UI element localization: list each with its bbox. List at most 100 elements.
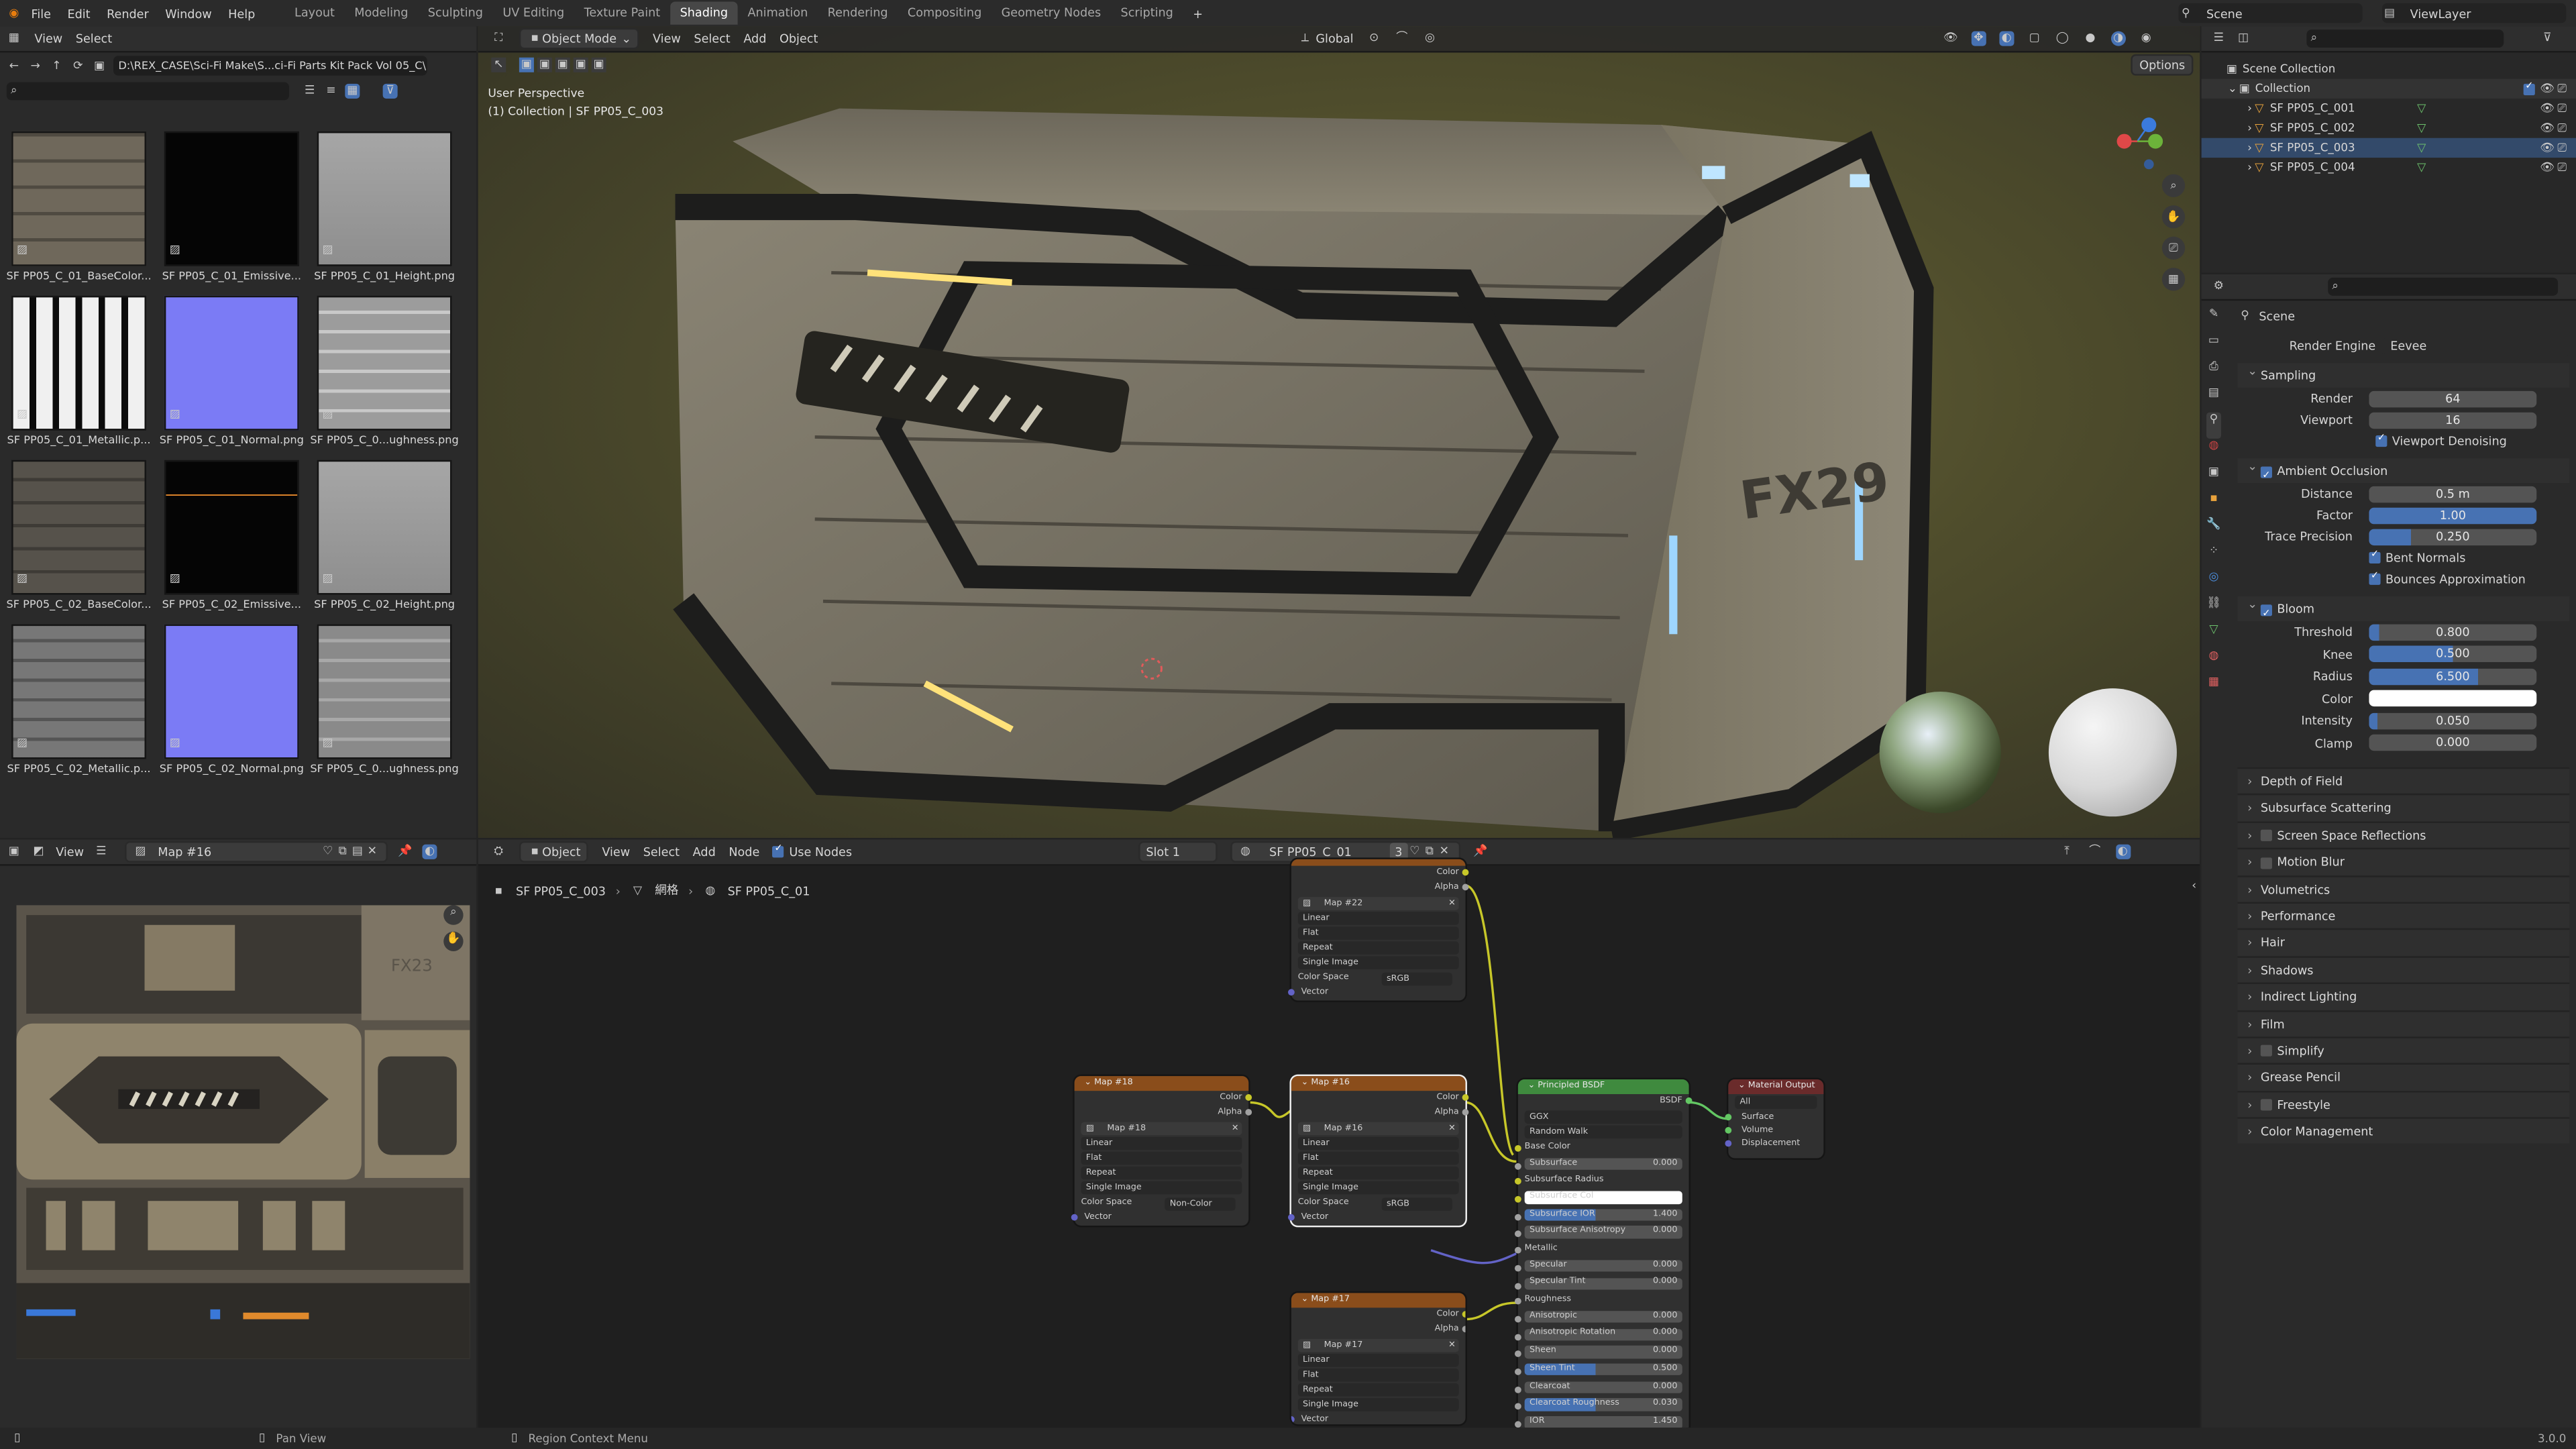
- image-unlink-icon[interactable]: ✕: [1448, 897, 1456, 910]
- volume-socket[interactable]: [1725, 1127, 1732, 1134]
- workspace-tab-scripting[interactable]: Scripting: [1111, 1, 1183, 24]
- blender-logo-icon[interactable]: ◉: [7, 6, 21, 21]
- ao-trace-slider[interactable]: 0.250: [2369, 528, 2537, 545]
- panel-enable-checkbox[interactable]: [2260, 1045, 2272, 1057]
- eye-icon[interactable]: 👁: [2540, 160, 2555, 175]
- eye-icon[interactable]: 👁: [2540, 81, 2555, 96]
- camera-visibility-icon[interactable]: ⎚: [2555, 101, 2569, 116]
- panel-grease-pencil[interactable]: Grease Pencil: [2237, 1063, 2570, 1091]
- image-unlink-icon[interactable]: ✕: [1232, 1122, 1239, 1136]
- camera-icon[interactable]: ⎚: [2161, 236, 2186, 260]
- panel-freestyle[interactable]: Freestyle: [2237, 1090, 2570, 1118]
- refresh-icon[interactable]: ⟳: [70, 58, 85, 73]
- bsdf-input-row[interactable]: Subsurface Col: [1514, 1191, 1689, 1208]
- modifier-tab-icon[interactable]: 🔧: [2206, 517, 2221, 543]
- workspace-tab-layout[interactable]: Layout: [284, 1, 344, 24]
- render-engine-dropdown[interactable]: Eevee: [2382, 334, 2570, 356]
- panel-screen-space-reflections[interactable]: Screen Space Reflections: [2237, 820, 2570, 849]
- uv-texture-canvas[interactable]: FX23: [16, 905, 470, 1359]
- image-datablock-selector[interactable]: ▨ Map #18 ✕: [1081, 1122, 1242, 1136]
- image-node-header[interactable]: ⌄ Map #16: [1291, 1076, 1466, 1091]
- image-datablock-selector[interactable]: ▨ Map #17 ✕: [1297, 1338, 1459, 1352]
- vector-socket[interactable]: [1071, 1214, 1078, 1221]
- bsdf-input-socket[interactable]: [1514, 1163, 1521, 1169]
- bsdf-input-row[interactable]: Sheen 0.000: [1514, 1346, 1689, 1362]
- collection-exclude-checkbox[interactable]: [2523, 80, 2535, 95]
- camera-visibility-icon[interactable]: ⎚: [2555, 81, 2569, 96]
- bsdf-input-row[interactable]: Specular 0.000: [1514, 1260, 1689, 1276]
- panel-hair[interactable]: Hair: [2237, 928, 2570, 957]
- eye-icon[interactable]: 👁: [2540, 121, 2555, 136]
- file-thumbnail[interactable]: [11, 131, 146, 266]
- path-field[interactable]: D:\REX_CASE\Sci-Fi Make\S...ci-Fi Parts …: [113, 56, 427, 76]
- viewport-samples-field[interactable]: 16: [2369, 411, 2537, 428]
- workspace-tab-modeling[interactable]: Modeling: [345, 1, 418, 24]
- menu-file[interactable]: File: [32, 6, 51, 21]
- colorspace-dropdown[interactable]: sRGB: [1381, 1197, 1452, 1210]
- bsdf-input-row[interactable]: Anisotropic 0.000: [1514, 1311, 1689, 1327]
- displacement-socket[interactable]: [1725, 1140, 1732, 1147]
- file-thumbnail[interactable]: [317, 460, 452, 595]
- open-image-icon[interactable]: ▤: [350, 845, 365, 859]
- render-samples-field[interactable]: 64: [2369, 390, 2537, 407]
- alpha-socket[interactable]: [1462, 1326, 1466, 1333]
- tool-tab-icon[interactable]: ✎: [2206, 307, 2221, 333]
- output-target-dropdown[interactable]: All: [1735, 1095, 1817, 1110]
- extension-dropdown[interactable]: Repeat: [1297, 941, 1459, 955]
- interpolation-dropdown[interactable]: Linear: [1297, 1353, 1459, 1367]
- bent-normals-row[interactable]: Bent Normals: [2238, 547, 2570, 569]
- colorspace-dropdown[interactable]: sRGB: [1381, 971, 1452, 985]
- bsdf-input-socket[interactable]: [1514, 1196, 1521, 1203]
- new-folder-icon[interactable]: ▣: [92, 58, 107, 73]
- bloom-threshold-field[interactable]: 0.800: [2369, 624, 2537, 641]
- sampling-panel-header[interactable]: Sampling: [2237, 358, 2570, 388]
- outliner-filter-icon[interactable]: ⊽: [2540, 32, 2555, 46]
- chevron-down-icon[interactable]: ⌄: [2228, 82, 2237, 95]
- principled-bsdf-node[interactable]: ⌄ Principled BSDF BSDF GGX Random Walk B…: [1514, 1079, 1693, 1428]
- bent-normals-checkbox[interactable]: [2369, 549, 2381, 564]
- workspace-tab-texture-paint[interactable]: Texture Paint: [574, 1, 670, 24]
- pan-hand-icon[interactable]: ✋: [2161, 205, 2186, 229]
- bsdf-node-header[interactable]: ⌄ Principled BSDF: [1517, 1079, 1689, 1095]
- ie-overlay-icon[interactable]: ◐: [422, 844, 437, 859]
- scene-selector[interactable]: ⚲ Scene: [2178, 3, 2363, 23]
- properties-search[interactable]: ⌕: [2328, 277, 2559, 296]
- extension-dropdown[interactable]: Repeat: [1297, 1383, 1459, 1397]
- source-dropdown[interactable]: Single Image: [1297, 1181, 1459, 1195]
- file-thumbnail[interactable]: [164, 624, 299, 759]
- physics-tab-icon[interactable]: ◎: [2206, 570, 2221, 596]
- panel-volumetrics[interactable]: Volumetrics: [2237, 875, 2570, 902]
- bsdf-input-socket[interactable]: [1514, 1386, 1521, 1393]
- image-view-mode-icon[interactable]: ◩: [32, 845, 46, 859]
- viewlayer-selector[interactable]: ▤ ViewLayer: [2382, 3, 2567, 23]
- outliner-object-row[interactable]: › ▽ SF PP05_C_001 ▽ 👁 ⎚: [2202, 99, 2576, 118]
- menu-window[interactable]: Window: [165, 6, 211, 21]
- interpolation-dropdown[interactable]: Linear: [1081, 1136, 1242, 1150]
- ao-factor-slider[interactable]: 1.00: [2369, 506, 2537, 524]
- bsdf-input-socket[interactable]: [1514, 1144, 1521, 1152]
- image-datablock-selector[interactable]: ▨ Map #16 ✕: [1297, 1122, 1459, 1136]
- outliner-object-row[interactable]: › ▽ SF PP05_C_002 ▽ 👁 ⎚: [2202, 118, 2576, 138]
- menu-help[interactable]: Help: [228, 6, 255, 21]
- panel-subsurface-scattering[interactable]: Subsurface Scattering: [2237, 794, 2570, 822]
- zoom-icon[interactable]: ⌕: [2161, 174, 2186, 197]
- image-texture-node[interactable]: Color Alpha ▨ Map #22 ✕ Linear Flat Repeat Singl…: [1288, 859, 1469, 1001]
- bsdf-input-row[interactable]: Subsurface 0.000: [1514, 1158, 1689, 1174]
- vector-socket[interactable]: [1291, 1416, 1295, 1423]
- workspace-tab-animation[interactable]: Animation: [738, 1, 818, 24]
- texture-tab-icon[interactable]: ▦: [2206, 676, 2221, 702]
- file-thumbnail[interactable]: [317, 131, 452, 266]
- shader-node-editor[interactable]: ⛭ ▪ Object View Select Add Node Use Node…: [478, 839, 2200, 1428]
- panel-enable-checkbox[interactable]: [2260, 1099, 2272, 1111]
- colorspace-dropdown[interactable]: Non-Color: [1165, 1197, 1236, 1210]
- material-output-node[interactable]: ⌄ Material Output All Surface Volume Dis…: [1725, 1079, 1824, 1159]
- parent-dir-icon[interactable]: ↑: [49, 58, 64, 73]
- bsdf-input-row[interactable]: Roughness: [1514, 1293, 1689, 1309]
- color-socket[interactable]: [1245, 1094, 1252, 1101]
- eye-icon[interactable]: 👁: [2540, 101, 2555, 116]
- projection-dropdown[interactable]: Flat: [1297, 1151, 1459, 1165]
- bsdf-input-socket[interactable]: [1514, 1368, 1521, 1375]
- bsdf-input-socket[interactable]: [1514, 1282, 1521, 1289]
- chevron-down-icon[interactable]: ⌄: [1301, 1078, 1309, 1088]
- file-thumbnail[interactable]: [317, 295, 452, 431]
